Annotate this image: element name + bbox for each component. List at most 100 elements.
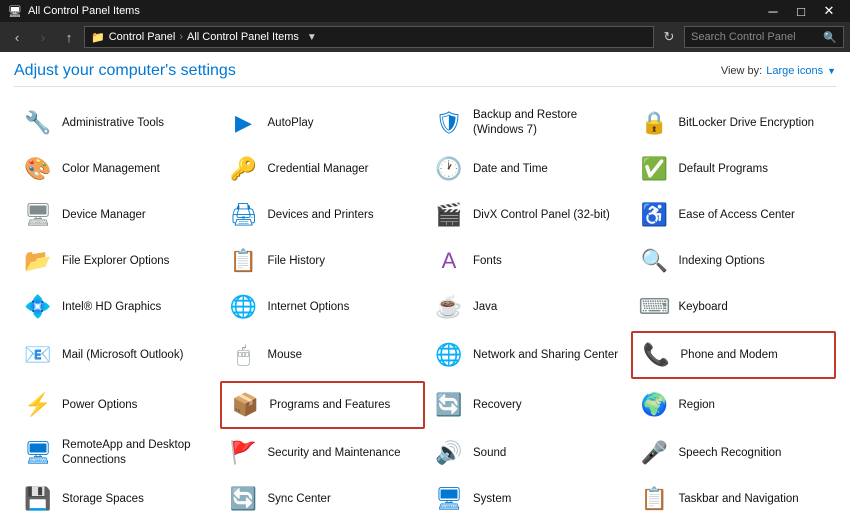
control-item-java[interactable]: ☕ Java	[425, 285, 631, 329]
control-item-storage-spaces[interactable]: 💾 Storage Spaces	[14, 477, 220, 521]
back-button[interactable]: ‹	[6, 26, 28, 48]
control-item-speech-recognition[interactable]: 🎤Speech Recognition	[631, 431, 837, 475]
recovery-icon: 🔄	[433, 389, 465, 421]
default-programs-label: Default Programs	[679, 162, 768, 177]
minimize-button[interactable]: ─	[760, 1, 786, 21]
maximize-button[interactable]: □	[788, 1, 814, 21]
remoteapp-label: RemoteApp and Desktop Connections	[62, 438, 212, 468]
path-separator: ›	[179, 31, 183, 43]
path-dropdown-button[interactable]: ▼	[307, 32, 317, 43]
control-item-remoteapp[interactable]: 🖥 RemoteApp and Desktop Connections	[14, 431, 220, 475]
control-item-region[interactable]: 🌍Region	[631, 381, 837, 429]
control-item-system[interactable]: 🖥System	[425, 477, 631, 521]
default-programs-icon: ✅	[639, 153, 671, 185]
devices-printers-icon: 🖨	[228, 199, 260, 231]
control-item-bitlocker[interactable]: 🔒BitLocker Drive Encryption	[631, 101, 837, 145]
date-time-icon: 🕐	[433, 153, 465, 185]
refresh-button[interactable]: ↻	[658, 26, 680, 48]
items-grid: 🔧Administrative Tools▶AutoPlay🛡Backup an…	[14, 101, 836, 530]
divx-control-label: DivX Control Panel (32-bit)	[473, 208, 610, 223]
control-item-recovery[interactable]: 🔄Recovery	[425, 381, 631, 429]
page-title: Adjust your computer's settings	[14, 62, 236, 80]
device-manager-label: Device Manager	[62, 208, 146, 223]
file-history-icon: 📋	[228, 245, 260, 277]
control-item-keyboard[interactable]: ⌨Keyboard	[631, 285, 837, 329]
java-icon: ☕	[433, 291, 465, 323]
up-button[interactable]: ↑	[58, 26, 80, 48]
control-item-indexing-options[interactable]: 🔍 Indexing Options	[631, 239, 837, 283]
control-item-autoplay[interactable]: ▶AutoPlay	[220, 101, 426, 145]
control-item-backup-restore[interactable]: 🛡Backup and Restore (Windows 7)	[425, 101, 631, 145]
region-label: Region	[679, 398, 715, 413]
control-item-color-management[interactable]: 🎨Color Management	[14, 147, 220, 191]
programs-features-label: Programs and Features	[270, 398, 391, 413]
administrative-tools-icon: 🔧	[22, 107, 54, 139]
control-item-internet-options[interactable]: 🌐Internet Options	[220, 285, 426, 329]
control-item-device-manager[interactable]: 🖥Device Manager	[14, 193, 220, 237]
view-by-value[interactable]: Large icons	[766, 65, 823, 77]
sync-center-label: Sync Center	[268, 492, 331, 507]
system-label: System	[473, 492, 511, 507]
close-button[interactable]: ✕	[816, 1, 842, 21]
storage-spaces-label: Storage Spaces	[62, 492, 144, 507]
folder-icon: 📁	[91, 31, 105, 44]
fonts-label: Fonts	[473, 254, 502, 269]
indexing-options-icon: 🔍	[639, 245, 671, 277]
phone-modem-icon: 📞	[641, 339, 673, 371]
mail-icon: 📧	[22, 339, 54, 371]
phone-modem-label: Phone and Modem	[681, 348, 778, 363]
control-item-user-accounts[interactable]: 👤User Accounts	[220, 523, 426, 530]
control-item-taskbar-navigation[interactable]: 📋Taskbar and Navigation	[631, 477, 837, 521]
path-control-panel: Control Panel	[109, 31, 176, 43]
control-item-network-sharing[interactable]: 🌐 Network and Sharing Center	[425, 331, 631, 379]
view-by: View by: Large icons ▼	[721, 65, 836, 77]
control-item-mail[interactable]: 📧Mail (Microsoft Outlook)	[14, 331, 220, 379]
internet-options-icon: 🌐	[228, 291, 260, 323]
ease-access-label: Ease of Access Center	[679, 208, 795, 223]
control-item-divx-control[interactable]: 🎬DivX Control Panel (32-bit)	[425, 193, 631, 237]
control-item-phone-modem[interactable]: 📞 Phone and Modem	[631, 331, 837, 379]
ease-access-icon: ♿	[639, 199, 671, 231]
control-item-credential-manager[interactable]: 🔑Credential Manager	[220, 147, 426, 191]
control-item-file-history[interactable]: 📋File History	[220, 239, 426, 283]
power-options-icon: ⚡	[22, 389, 54, 421]
forward-button[interactable]: ›	[32, 26, 54, 48]
control-item-windows-mobility[interactable]: 💻Windows Mobility Center	[631, 523, 837, 530]
control-item-mouse[interactable]: 🖱Mouse	[220, 331, 426, 379]
storage-spaces-icon: 💾	[22, 483, 54, 515]
control-item-default-programs[interactable]: ✅ Default Programs	[631, 147, 837, 191]
control-item-file-explorer[interactable]: 📂File Explorer Options	[14, 239, 220, 283]
network-sharing-label: Network and Sharing Center	[473, 348, 618, 363]
control-item-sync-center[interactable]: 🔄 Sync Center	[220, 477, 426, 521]
title-bar-title: All Control Panel Items	[28, 5, 140, 17]
control-item-troubleshooting[interactable]: 🔧Troubleshooting	[14, 523, 220, 530]
sync-center-icon: 🔄	[228, 483, 260, 515]
search-box[interactable]: Search Control Panel 🔍	[684, 26, 844, 48]
title-bar-icon: 🖥	[8, 5, 22, 18]
taskbar-navigation-icon: 📋	[639, 483, 671, 515]
control-item-programs-features[interactable]: 📦Programs and Features	[220, 381, 426, 429]
java-label: Java	[473, 300, 497, 315]
mouse-icon: 🖱	[228, 339, 260, 371]
control-item-windows-defender[interactable]: 🛡Windows Defender Firewall	[425, 523, 631, 530]
credential-manager-label: Credential Manager	[268, 162, 369, 177]
control-item-ease-access[interactable]: ♿ Ease of Access Center	[631, 193, 837, 237]
color-management-label: Color Management	[62, 162, 160, 177]
control-item-fonts[interactable]: AFonts	[425, 239, 631, 283]
control-item-security-maintenance[interactable]: 🚩Security and Maintenance	[220, 431, 426, 475]
control-item-intel-hd[interactable]: 💠Intel® HD Graphics	[14, 285, 220, 329]
path-all-items: All Control Panel Items	[187, 31, 299, 43]
view-by-arrow-icon: ▼	[827, 66, 836, 76]
file-explorer-label: File Explorer Options	[62, 254, 169, 269]
autoplay-icon: ▶	[228, 107, 260, 139]
control-item-date-time[interactable]: 🕐Date and Time	[425, 147, 631, 191]
keyboard-icon: ⌨	[639, 291, 671, 323]
network-sharing-icon: 🌐	[433, 339, 465, 371]
remoteapp-icon: 🖥	[22, 437, 54, 469]
indexing-options-label: Indexing Options	[679, 254, 765, 269]
control-item-sound[interactable]: 🔊Sound	[425, 431, 631, 475]
control-item-devices-printers[interactable]: 🖨Devices and Printers	[220, 193, 426, 237]
address-path[interactable]: 📁 Control Panel › All Control Panel Item…	[84, 26, 654, 48]
control-item-power-options[interactable]: ⚡Power Options	[14, 381, 220, 429]
control-item-administrative-tools[interactable]: 🔧Administrative Tools	[14, 101, 220, 145]
